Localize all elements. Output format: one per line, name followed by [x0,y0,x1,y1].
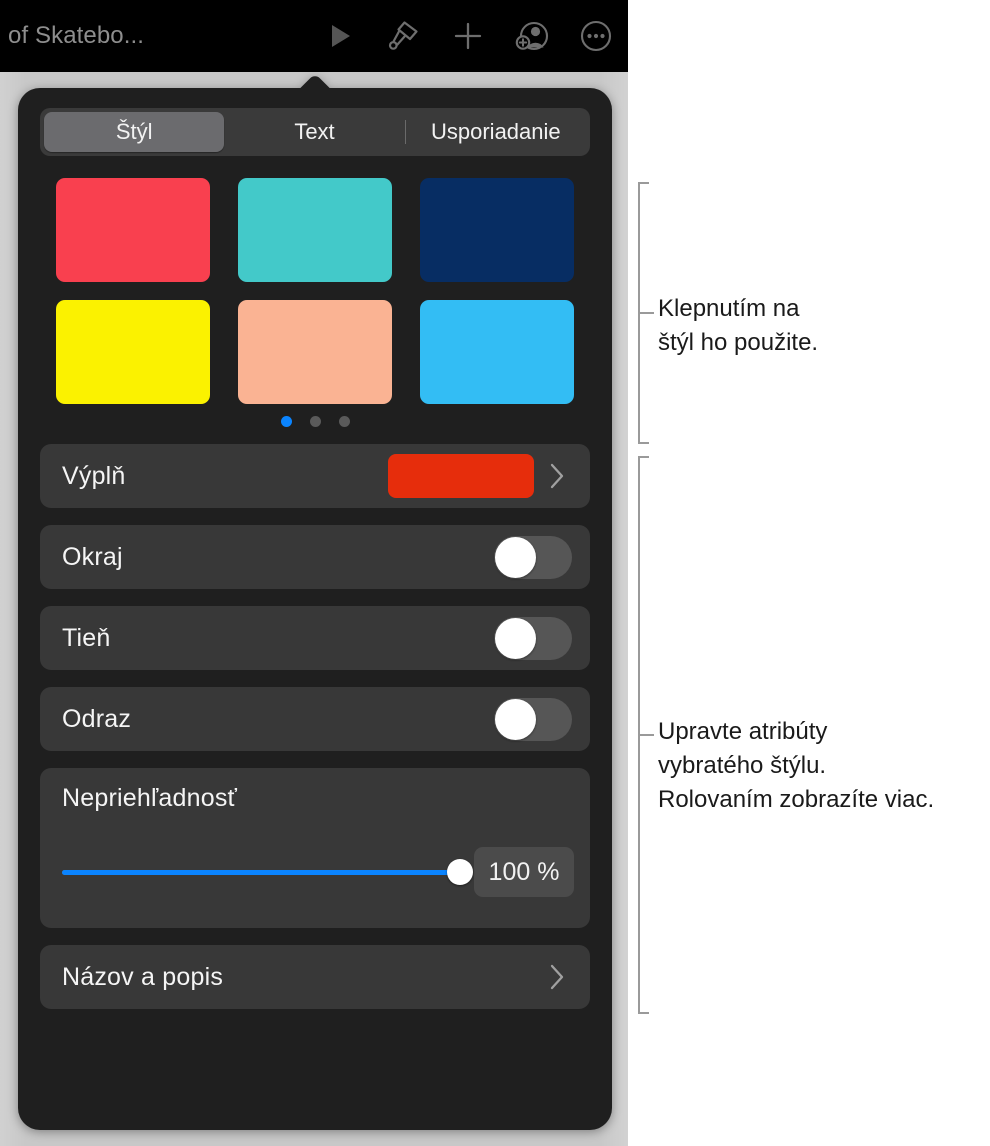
style-swatch-teal[interactable] [238,178,392,282]
row-fill[interactable]: Výplň [40,444,590,508]
document-title: of Skatebo... [8,22,145,49]
page-dot-1[interactable] [280,416,292,427]
add-button[interactable] [436,7,500,65]
row-shadow-label: Tieň [62,623,111,652]
format-tabs: Štýl Text Usporiadanie [40,108,590,156]
tab-arrange-label: Usporiadanie [431,119,561,144]
style-swatch-yellow[interactable] [56,300,210,404]
opacity-slider-fill [62,870,460,875]
row-shadow-right [494,616,574,660]
popover-content: Štýl Text Usporiadanie Výplň Okraj Tieň … [18,88,612,1044]
row-reflection-right [494,697,574,741]
row-border-label: Okraj [62,542,123,571]
border-toggle[interactable] [494,535,572,579]
row-fill-label: Výplň [62,461,126,490]
row-opacity: Nepriehľadnosť 100 % [40,768,590,928]
attribute-rows: Výplň Okraj Tieň Odraz Nepriehľadnosť 10… [40,444,590,1009]
style-swatch-lightblue[interactable] [420,300,574,404]
page-dot-2[interactable] [309,416,321,427]
callout-attributes-text: Upravte atribúty vybratého štýlu. Rolova… [658,718,935,813]
fill-color-chip[interactable] [388,454,534,498]
row-reflection[interactable]: Odraz [40,687,590,751]
chevron-right-icon-fill[interactable] [540,460,574,492]
play-icon [325,21,355,51]
play-button[interactable] [308,7,372,65]
opacity-slider-line: 100 % [62,847,574,897]
reflection-toggle[interactable] [494,697,572,741]
tab-arrange[interactable]: Usporiadanie [406,112,586,152]
more-ellipsis-icon [579,19,613,53]
app-toolbar: of Skatebo... [0,0,628,72]
opacity-value-field[interactable]: 100 % [474,847,574,897]
row-shadow[interactable]: Tieň [40,606,590,670]
reflection-toggle-knob [495,698,536,740]
shadow-toggle[interactable] [494,616,572,660]
row-title-description-label: Názov a popis [62,962,224,991]
more-button[interactable] [564,7,628,65]
format-popover: Štýl Text Usporiadanie Výplň Okraj Tieň … [18,76,612,1130]
tab-style[interactable]: Štýl [44,112,225,152]
tab-style-label: Štýl [115,119,153,144]
add-person-icon [514,18,550,54]
callout-bracket-attributes [638,456,654,1014]
format-brush-icon [385,17,423,55]
screenshot-root: of Skatebo... Štýl Text Usporiadanie Výp… [0,0,990,1146]
opacity-slider-thumb[interactable] [447,859,473,885]
row-title-description-right [534,961,574,993]
style-swatch-grid [40,178,590,404]
row-reflection-label: Odraz [62,704,132,733]
row-border-right [494,535,574,579]
style-page-dots [40,416,590,428]
format-button[interactable] [372,7,436,65]
style-swatches-section [40,178,590,428]
style-swatch-navy[interactable] [420,178,574,282]
callout-bracket-styles [638,182,654,444]
row-fill-right [388,454,574,498]
row-title-description[interactable]: Názov a popis [40,945,590,1009]
plus-icon [452,20,484,52]
chevron-right-icon-title[interactable] [540,961,574,993]
page-dot-3[interactable] [338,416,350,427]
collaborate-button[interactable] [500,7,564,65]
tab-text[interactable]: Text [224,112,404,152]
border-toggle-knob [495,536,536,578]
callout-styles-text: Klepnutím na štýl ho použite. [658,295,819,356]
opacity-slider[interactable] [62,859,473,885]
style-swatch-red[interactable] [56,178,210,282]
row-border[interactable]: Okraj [40,525,590,589]
row-opacity-label: Nepriehľadnosť [62,784,238,812]
tab-text-label: Text [294,119,335,144]
style-swatch-peach[interactable] [238,300,392,404]
shadow-toggle-knob [495,617,536,659]
